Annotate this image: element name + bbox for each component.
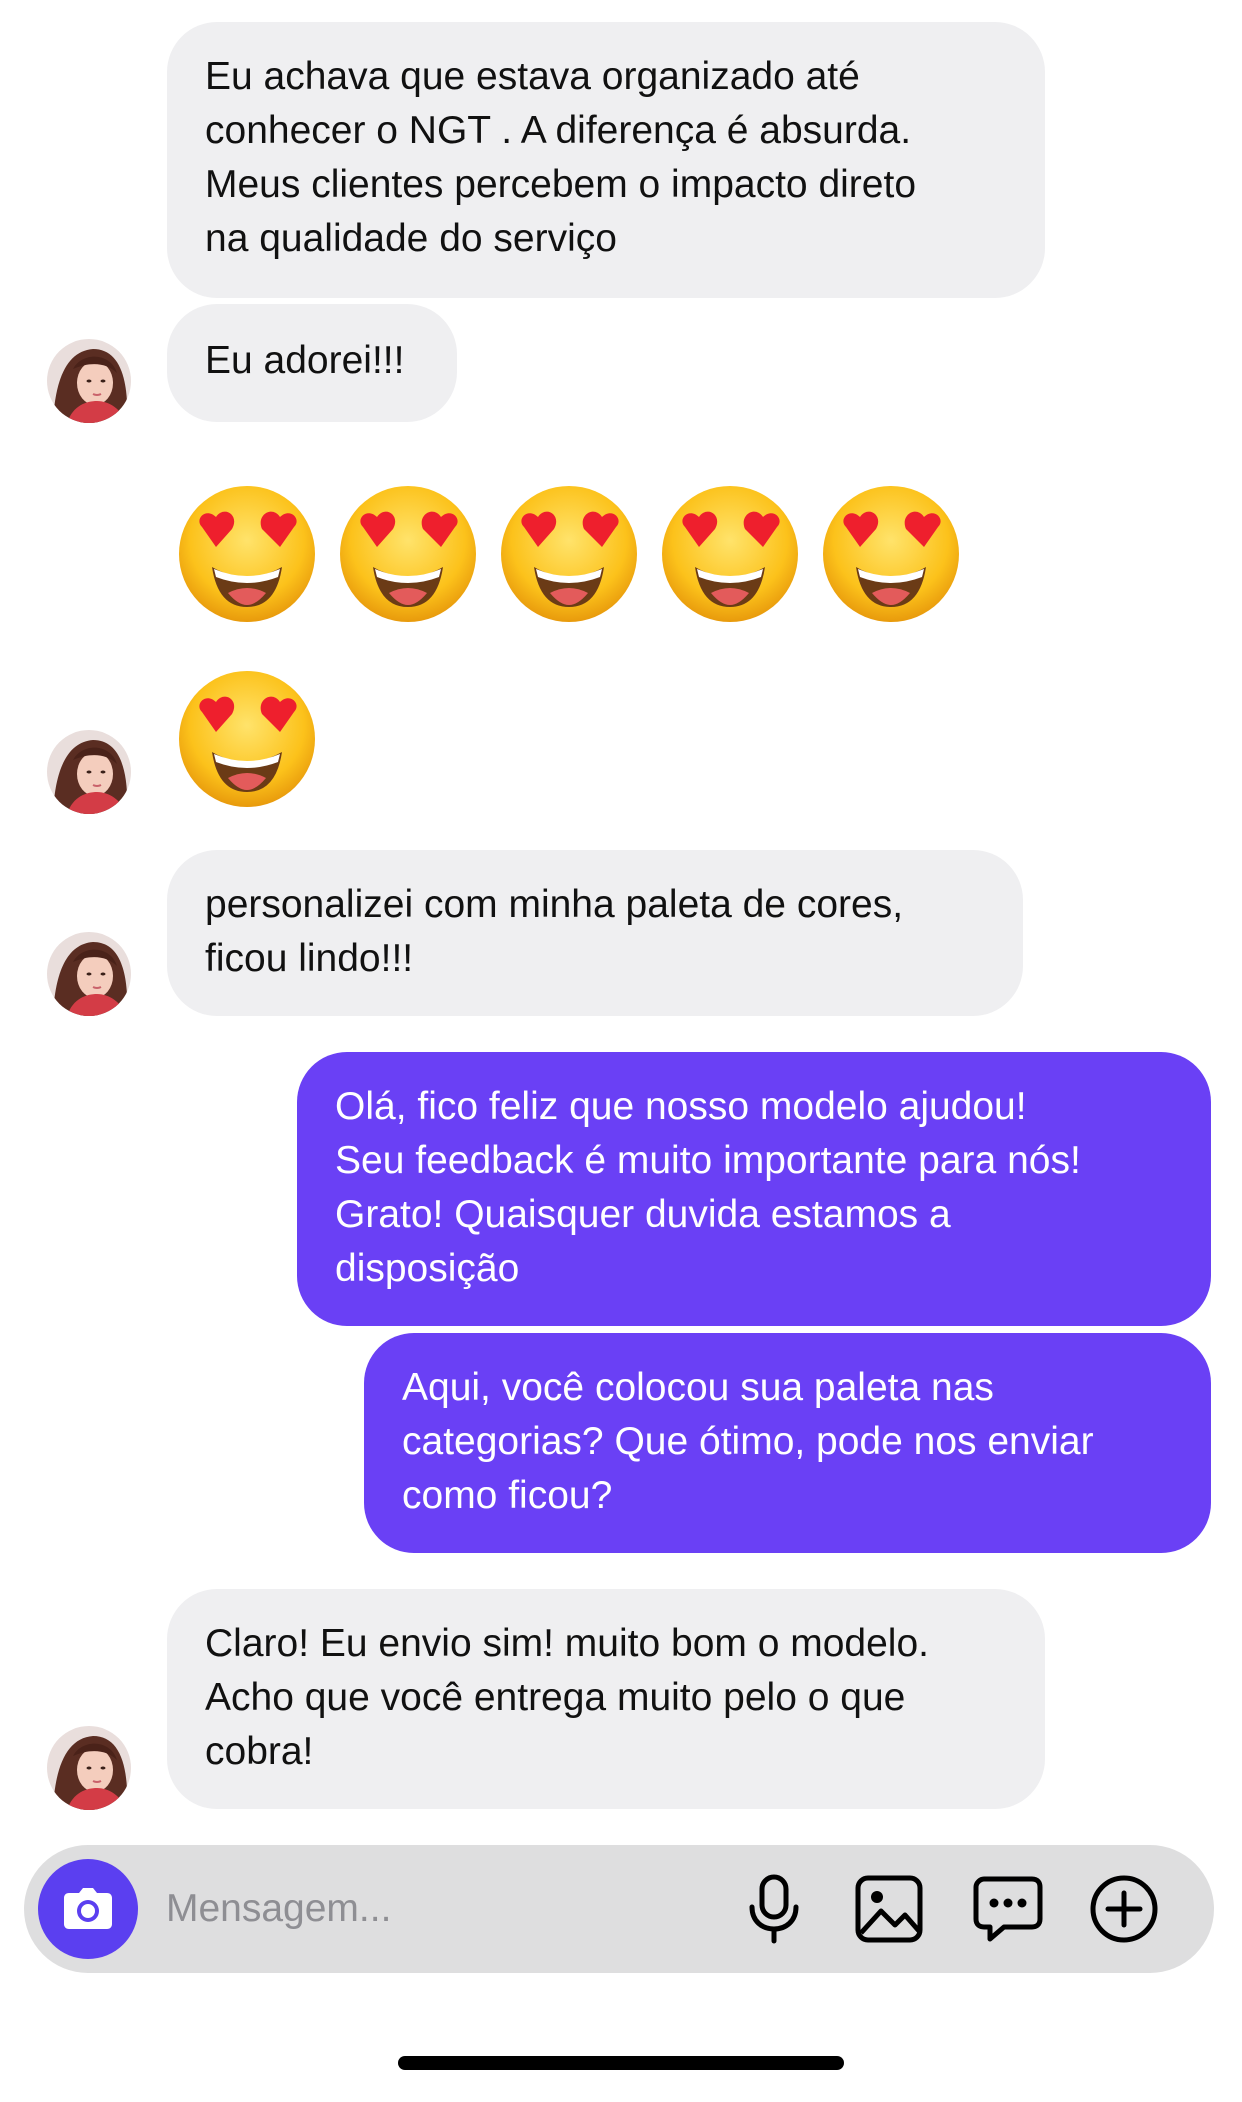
outgoing-message[interactable]: Aqui, você colocou sua paleta nas catego… — [364, 1333, 1211, 1553]
incoming-message[interactable]: personalizei com minha paleta de cores, … — [167, 850, 1023, 1016]
more-options-button[interactable] — [1084, 1869, 1164, 1949]
camera-icon — [64, 1888, 112, 1929]
contact-avatar[interactable] — [47, 932, 131, 1016]
heart-eyes-emoji — [498, 483, 640, 625]
sticker-button[interactable] — [968, 1869, 1048, 1949]
message-composer: Mensagem... — [24, 1845, 1214, 1973]
heart-eyes-emoji — [176, 483, 318, 625]
microphone-icon — [749, 1874, 799, 1944]
message-input[interactable]: Mensagem... — [166, 1845, 391, 1973]
microphone-button[interactable] — [734, 1869, 814, 1949]
home-indicator[interactable] — [398, 2056, 844, 2070]
plus-circle-icon — [1090, 1875, 1158, 1943]
heart-eyes-emoji — [337, 483, 479, 625]
chat-bubble-icon — [973, 1876, 1043, 1942]
contact-avatar[interactable] — [47, 730, 131, 814]
heart-eyes-emoji — [176, 668, 318, 810]
outgoing-message[interactable]: Olá, fico feliz que nosso modelo ajudou!… — [297, 1052, 1211, 1326]
camera-button[interactable] — [38, 1859, 138, 1959]
heart-eyes-emoji — [820, 483, 962, 625]
image-icon — [855, 1875, 923, 1943]
incoming-message[interactable]: Claro! Eu envio sim! muito bom o modelo.… — [167, 1589, 1045, 1809]
gallery-button[interactable] — [849, 1869, 929, 1949]
heart-eyes-emoji — [659, 483, 801, 625]
incoming-message[interactable]: Eu achava que estava organizado até conh… — [167, 22, 1045, 298]
contact-avatar[interactable] — [47, 339, 131, 423]
contact-avatar[interactable] — [47, 1726, 131, 1810]
incoming-message[interactable]: Eu adorei!!! — [167, 304, 457, 422]
